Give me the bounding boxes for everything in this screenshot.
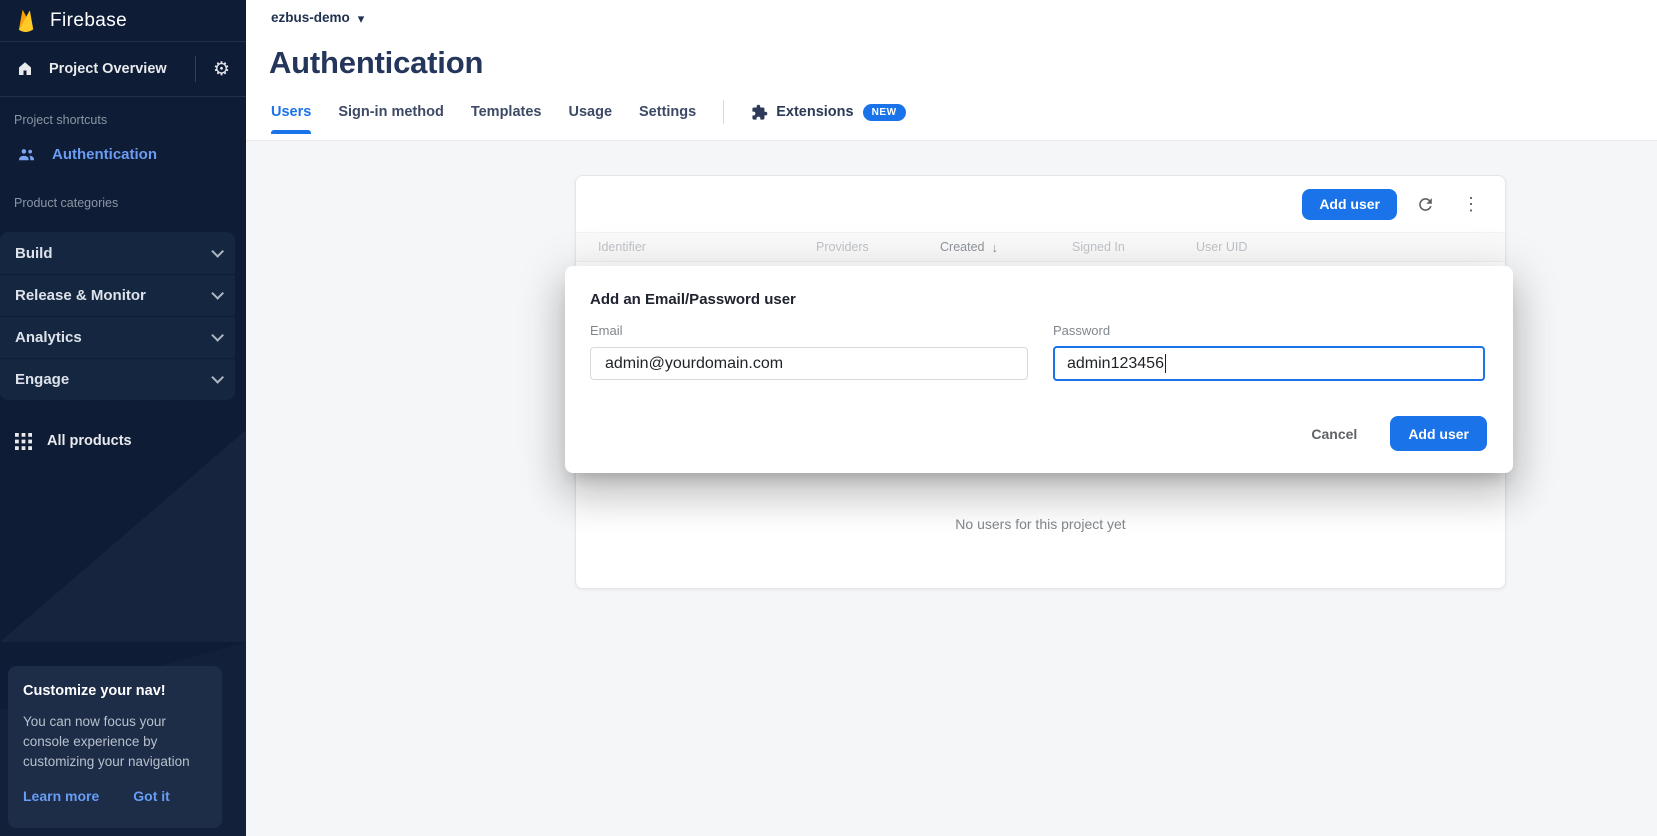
tab-sign-in-method[interactable]: Sign-in method (338, 104, 444, 120)
firebase-logo-icon (15, 7, 37, 35)
refresh-button[interactable] (1407, 186, 1443, 222)
sort-descending-icon: ↓ (991, 239, 998, 255)
page-title: Authentication (269, 45, 484, 80)
password-value: admin123456 (1067, 354, 1164, 372)
project-settings-gear-icon[interactable]: ⚙ (213, 60, 230, 79)
tab-users[interactable]: Users (271, 104, 311, 120)
brand-title: Firebase (50, 9, 128, 31)
tab-bar: Users Sign-in method Templates Usage Set… (271, 99, 906, 125)
tab-extensions[interactable]: Extensions NEW (751, 103, 906, 121)
password-field[interactable]: admin123456 (1053, 346, 1485, 381)
project-selector[interactable]: ezbus-demo ▾ (271, 10, 364, 25)
column-header-signed-in: Signed In (1072, 240, 1125, 254)
users-toolbar: Add user ⋮ (576, 176, 1505, 232)
cancel-button[interactable]: Cancel (1311, 426, 1357, 442)
dropdown-arrow-icon: ▾ (357, 10, 365, 26)
text-cursor (1164, 354, 1167, 373)
empty-state-message: No users for this project yet (955, 516, 1126, 532)
firebase-console: Firebase Project Overview ⚙ Project shor… (0, 0, 1657, 836)
dialog-actions: Cancel Add user (1311, 416, 1487, 451)
people-icon (16, 144, 37, 165)
sidebar-item-project-overview[interactable]: Project Overview ⚙ (0, 42, 246, 97)
promo-title: Customize your nav! (23, 683, 166, 699)
divider (194, 56, 196, 82)
accordion-label: Analytics (15, 329, 82, 346)
sidebar-item-build[interactable]: Build (0, 232, 235, 274)
puzzle-icon (751, 104, 768, 121)
sidebar-item-label: Project Overview (49, 61, 167, 77)
chevron-down-icon (211, 371, 224, 384)
sidebar-item-label: All products (47, 433, 132, 449)
home-icon (16, 60, 34, 78)
firebase-brand[interactable]: Firebase (0, 0, 246, 42)
main-content: ezbus-demo ▾ Authentication Users Sign-i… (246, 0, 1657, 836)
header-divider (246, 140, 1657, 141)
password-label: Password (1053, 323, 1111, 338)
active-tab-underline (271, 130, 311, 134)
column-header-user-uid: User UID (1196, 240, 1248, 254)
dialog-title: Add an Email/Password user (590, 291, 796, 308)
accordion-label: Build (15, 244, 53, 262)
sidebar-item-engage[interactable]: Engage (0, 358, 235, 400)
column-header-identifier: Identifier (598, 240, 646, 254)
learn-more-link[interactable]: Learn more (23, 788, 99, 804)
section-label-project-shortcuts: Project shortcuts (14, 113, 108, 127)
sidebar-item-all-products[interactable]: All products (0, 425, 246, 457)
sidebar-item-label: Authentication (52, 145, 157, 163)
sidebar-item-authentication[interactable]: Authentication (0, 138, 246, 170)
email-field[interactable] (590, 347, 1028, 380)
project-name: ezbus-demo (271, 10, 350, 25)
users-table-header: Identifier Providers Created ↓ Signed In… (576, 232, 1505, 262)
sidebar-item-analytics[interactable]: Analytics (0, 316, 235, 358)
customize-nav-promo: Customize your nav! You can now focus yo… (8, 666, 222, 828)
column-header-providers: Providers (816, 240, 869, 254)
tab-extensions-label: Extensions (776, 104, 854, 120)
column-header-created[interactable]: Created ↓ (940, 240, 1072, 255)
accordion-label: Release & Monitor (15, 287, 146, 304)
tab-settings[interactable]: Settings (639, 104, 696, 120)
new-badge: NEW (862, 103, 906, 121)
grid-icon (15, 432, 32, 450)
tab-usage[interactable]: Usage (568, 104, 612, 120)
chevron-down-icon (211, 329, 224, 342)
product-categories-accordion: Build Release & Monitor Analytics Engage (0, 232, 235, 400)
add-user-button[interactable]: Add user (1302, 188, 1397, 220)
tab-templates[interactable]: Templates (471, 104, 542, 120)
column-header-label: Created (940, 240, 985, 254)
got-it-button[interactable]: Got it (133, 788, 170, 804)
tab-divider (723, 100, 725, 124)
add-user-dialog: Add an Email/Password user Email Passwor… (565, 266, 1513, 473)
more-options-button[interactable]: ⋮ (1453, 186, 1489, 222)
chevron-down-icon (211, 287, 224, 300)
accordion-label: Engage (15, 371, 70, 388)
sidebar-decoration (0, 430, 246, 642)
section-label-product-categories: Product categories (14, 196, 119, 210)
sidebar-item-release-monitor[interactable]: Release & Monitor (0, 274, 235, 316)
chevron-down-icon (211, 244, 224, 258)
dialog-add-user-button[interactable]: Add user (1390, 416, 1487, 451)
sidebar: Firebase Project Overview ⚙ Project shor… (0, 0, 246, 836)
promo-body: You can now focus your console experienc… (23, 714, 190, 769)
email-label: Email (590, 323, 623, 338)
